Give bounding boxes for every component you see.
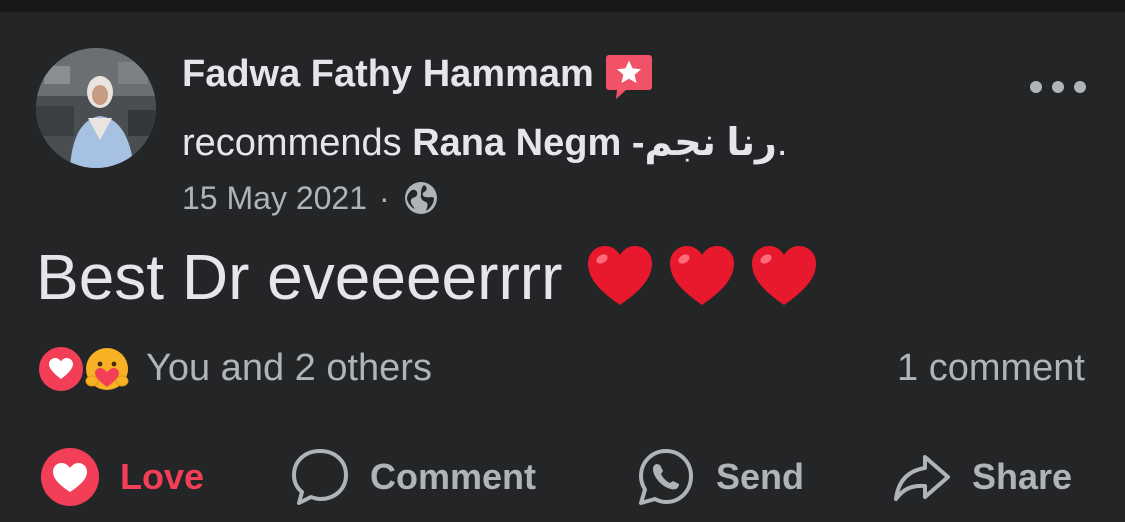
recommendation-icon: [604, 51, 654, 101]
avatar-photo: [36, 48, 156, 168]
meta-separator: ·: [379, 179, 390, 216]
love-icon: [41, 448, 99, 506]
comment-button[interactable]: Comment: [290, 432, 536, 522]
top-separator: [0, 0, 1125, 12]
author-name[interactable]: Fadwa Fathy Hammam: [182, 53, 594, 96]
comment-icon: [292, 449, 348, 505]
post-text: Best Dr eveeeerrrr: [36, 241, 563, 313]
comment-label: Comment: [370, 456, 537, 497]
recommendation-line: recommends Rana Negm -رنا نجم.: [182, 120, 787, 165]
care-reaction-icon: [82, 344, 132, 394]
red-heart-emoji-icon: [752, 246, 817, 305]
love-reaction-icon: [36, 344, 86, 394]
comment-count[interactable]: 1 comment: [897, 342, 1085, 394]
post-date[interactable]: 15 May 2021: [182, 180, 367, 217]
red-heart-emoji-icon: [588, 246, 653, 305]
love-label: Love: [120, 456, 205, 497]
post-meta: 15 May 2021 ·: [182, 176, 440, 220]
love-button[interactable]: Love: [40, 432, 204, 522]
share-icon: [894, 455, 950, 501]
heart-emojis: [584, 241, 830, 313]
recommend-suffix: .: [776, 122, 788, 164]
post-body: Best Dr eveeeerrrr: [36, 234, 830, 320]
share-button[interactable]: Share: [892, 432, 1072, 522]
action-bar: Love Comment Send Share: [0, 432, 1125, 522]
recommended-page-link[interactable]: Rana Negm -رنا نجم: [412, 122, 777, 164]
red-heart-emoji-icon: [670, 246, 735, 305]
recommend-verb: recommends: [182, 122, 402, 164]
share-label: Share: [972, 456, 1073, 497]
reaction-icons: [36, 342, 136, 394]
author-row: Fadwa Fathy Hammam: [182, 50, 654, 101]
avatar[interactable]: [36, 48, 156, 168]
reaction-summary[interactable]: You and 2 others: [36, 342, 432, 394]
post-card: Fadwa Fathy Hammam recommends Rana Negm …: [0, 12, 1125, 514]
globe-icon: [402, 179, 440, 217]
more-options-icon[interactable]: [1030, 72, 1086, 102]
reaction-count-text[interactable]: You and 2 others: [146, 347, 432, 390]
whatsapp-icon: [639, 449, 693, 505]
send-label: Send: [716, 456, 805, 497]
send-button[interactable]: Send: [636, 432, 804, 522]
